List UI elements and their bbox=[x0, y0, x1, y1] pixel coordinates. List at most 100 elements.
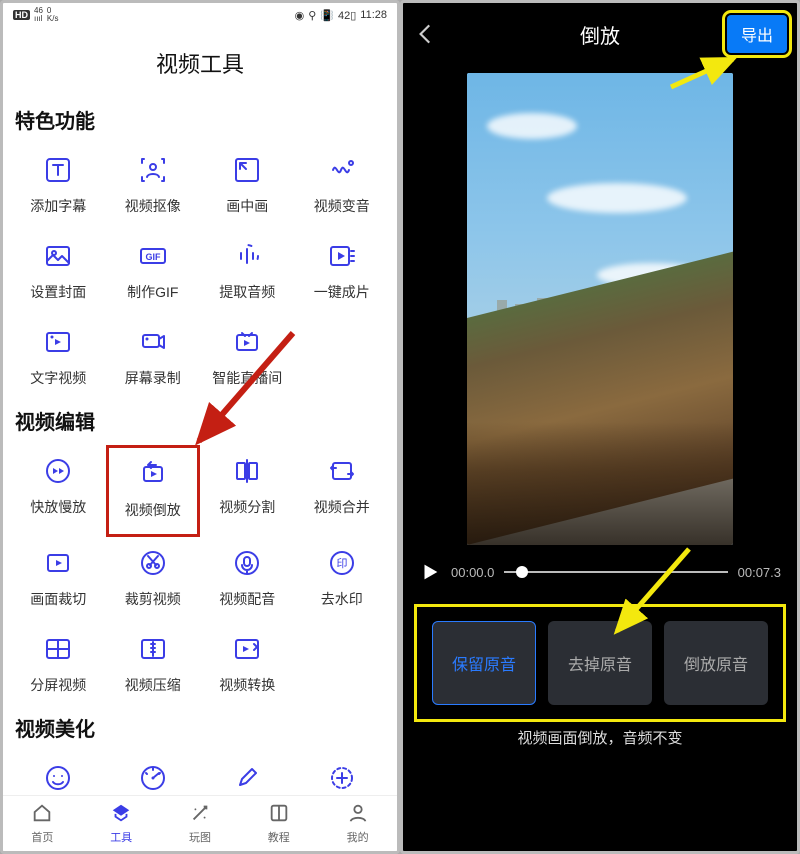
export-button[interactable]: 导出 bbox=[727, 15, 787, 53]
tab-label: 我的 bbox=[347, 829, 369, 845]
tab-tools[interactable]: 工具 bbox=[82, 796, 161, 851]
watermark-icon: 印 bbox=[324, 545, 360, 581]
speed-unit: K/s bbox=[47, 15, 59, 23]
tile-label: 视频抠像 bbox=[125, 196, 181, 216]
reverse-option[interactable]: 倒放原音 bbox=[664, 621, 768, 705]
home-icon bbox=[31, 802, 53, 827]
convert-icon bbox=[229, 631, 265, 667]
play-button[interactable] bbox=[419, 561, 441, 583]
tool-tile[interactable]: 画中画 bbox=[200, 144, 295, 230]
tool-tile[interactable]: 分屏视频 bbox=[11, 623, 106, 709]
tile-label: 视频变音 bbox=[314, 196, 370, 216]
compress-icon bbox=[135, 631, 171, 667]
time-total: 00:07.3 bbox=[738, 565, 781, 580]
text-box-icon bbox=[40, 152, 76, 188]
tool-tile[interactable]: 裁剪视频 bbox=[106, 537, 201, 623]
vibrate-icon: 📳 bbox=[320, 9, 334, 22]
tile-label: 制作GIF bbox=[127, 282, 178, 302]
section-heading: 视频美化 bbox=[11, 709, 389, 752]
live-room-icon bbox=[229, 324, 265, 360]
tab-label: 玩图 bbox=[189, 829, 211, 845]
screen-record-icon bbox=[135, 324, 171, 360]
tile-label: 文字视频 bbox=[30, 368, 86, 388]
tool-tile[interactable]: 屏幕录制 bbox=[106, 316, 201, 402]
tab-label: 工具 bbox=[110, 829, 132, 845]
reverse-option[interactable]: 保留原音 bbox=[432, 621, 536, 705]
section-heading: 视频编辑 bbox=[11, 402, 389, 445]
tool-tile[interactable]: 视频转换 bbox=[200, 623, 295, 709]
tile-label: 去水印 bbox=[321, 589, 363, 609]
svg-text:印: 印 bbox=[336, 557, 347, 570]
seek-track[interactable] bbox=[504, 571, 727, 573]
tile-label: 设置封面 bbox=[30, 282, 86, 302]
tab-label: 首页 bbox=[31, 829, 53, 845]
tile-grid: 添加字幕 视频抠像 画中画 视频变音设置封面 GIF 制作GIF 提取音频一键成片文字视频屏… bbox=[11, 144, 389, 402]
page-title: 视频工具 bbox=[3, 27, 397, 101]
reverse-option[interactable]: 去掉原音 bbox=[548, 621, 652, 705]
tile-label: 视频转换 bbox=[219, 675, 275, 695]
tool-tile[interactable]: 添加字幕 bbox=[11, 144, 106, 230]
brush-icon bbox=[229, 760, 265, 796]
tile-label: 视频倒放 bbox=[125, 500, 181, 520]
reverse-options-row: 保留原音去掉原音倒放原音 bbox=[419, 609, 781, 717]
split-icon bbox=[229, 453, 265, 489]
sound-wave-icon bbox=[324, 152, 360, 188]
hd-badge: HD bbox=[13, 10, 30, 20]
tool-tile[interactable]: 快放慢放 bbox=[11, 445, 106, 537]
top-bar: 倒放 导出 bbox=[403, 3, 797, 65]
tool-tile[interactable]: GIF 制作GIF bbox=[106, 230, 201, 316]
profile-icon bbox=[347, 802, 369, 827]
tool-tile[interactable]: 画面裁切 bbox=[11, 537, 106, 623]
tool-tile[interactable]: 视频倒放 bbox=[106, 445, 201, 537]
tool-tile[interactable]: 视频配音 bbox=[200, 537, 295, 623]
tool-tile[interactable]: 设置封面 bbox=[11, 230, 106, 316]
tool-tile[interactable]: 视频分割 bbox=[200, 445, 295, 537]
person-focus-icon bbox=[135, 152, 171, 188]
tool-tile[interactable]: 印去水印 bbox=[295, 537, 390, 623]
tile-label: 画面裁切 bbox=[30, 589, 86, 609]
audio-extract-icon bbox=[229, 238, 265, 274]
tool-tile[interactable]: 视频压缩 bbox=[106, 623, 201, 709]
tool-tile[interactable]: 文字视频 bbox=[11, 316, 106, 402]
seek-knob[interactable] bbox=[516, 566, 528, 578]
tool-tile[interactable]: 视频抠像 bbox=[106, 144, 201, 230]
option-caption: 视频画面倒放，音频不变 bbox=[403, 727, 797, 748]
pip-icon bbox=[229, 152, 265, 188]
tab-magic[interactable]: 玩图 bbox=[161, 796, 240, 851]
clock: 11:28 bbox=[360, 9, 387, 21]
tab-home[interactable]: 首页 bbox=[3, 796, 82, 851]
tool-tile[interactable]: 视频变音 bbox=[295, 144, 390, 230]
text-video-icon bbox=[40, 324, 76, 360]
time-current: 00:00.0 bbox=[451, 565, 494, 580]
mic-icon bbox=[229, 545, 265, 581]
tools-icon bbox=[110, 802, 132, 827]
tool-tile[interactable]: 提取音频 bbox=[200, 230, 295, 316]
tile-label: 一键成片 bbox=[314, 282, 370, 302]
tile-label: 视频分割 bbox=[219, 497, 275, 517]
sparkle-icon bbox=[324, 760, 360, 796]
crop-play-icon bbox=[40, 545, 76, 581]
tab-profile[interactable]: 我的 bbox=[318, 796, 397, 851]
tab-book[interactable]: 教程 bbox=[239, 796, 318, 851]
playback-row: 00:00.0 00:07.3 bbox=[403, 553, 797, 589]
auto-clip-icon bbox=[324, 238, 360, 274]
svg-text:GIF: GIF bbox=[145, 252, 161, 262]
tile-label: 分屏视频 bbox=[30, 675, 86, 695]
status-bar: HD 46ıııl 0K/s ◉ ⚲ 📳 42▯ 11:28 bbox=[3, 3, 397, 27]
section: 视频编辑快放慢放视频倒放视频分割视频合并画面裁切裁剪视频视频配音印去水印分屏视频… bbox=[3, 402, 397, 709]
tool-tile[interactable]: 智能直播间 bbox=[200, 316, 295, 402]
tile-label: 画中画 bbox=[226, 196, 268, 216]
reverse-icon bbox=[135, 456, 171, 492]
tool-tile[interactable]: 视频合并 bbox=[295, 445, 390, 537]
scissors-icon bbox=[135, 545, 171, 581]
tile-label: 视频合并 bbox=[314, 497, 370, 517]
section-heading: 特色功能 bbox=[11, 101, 389, 144]
tool-tile[interactable]: 一键成片 bbox=[295, 230, 390, 316]
tile-label: 添加字幕 bbox=[30, 196, 86, 216]
split-screen-icon bbox=[40, 631, 76, 667]
video-preview[interactable] bbox=[467, 73, 733, 545]
gif-icon: GIF bbox=[135, 238, 171, 274]
tile-label: 快放慢放 bbox=[30, 497, 86, 517]
speed-icon bbox=[40, 453, 76, 489]
image-icon bbox=[40, 238, 76, 274]
